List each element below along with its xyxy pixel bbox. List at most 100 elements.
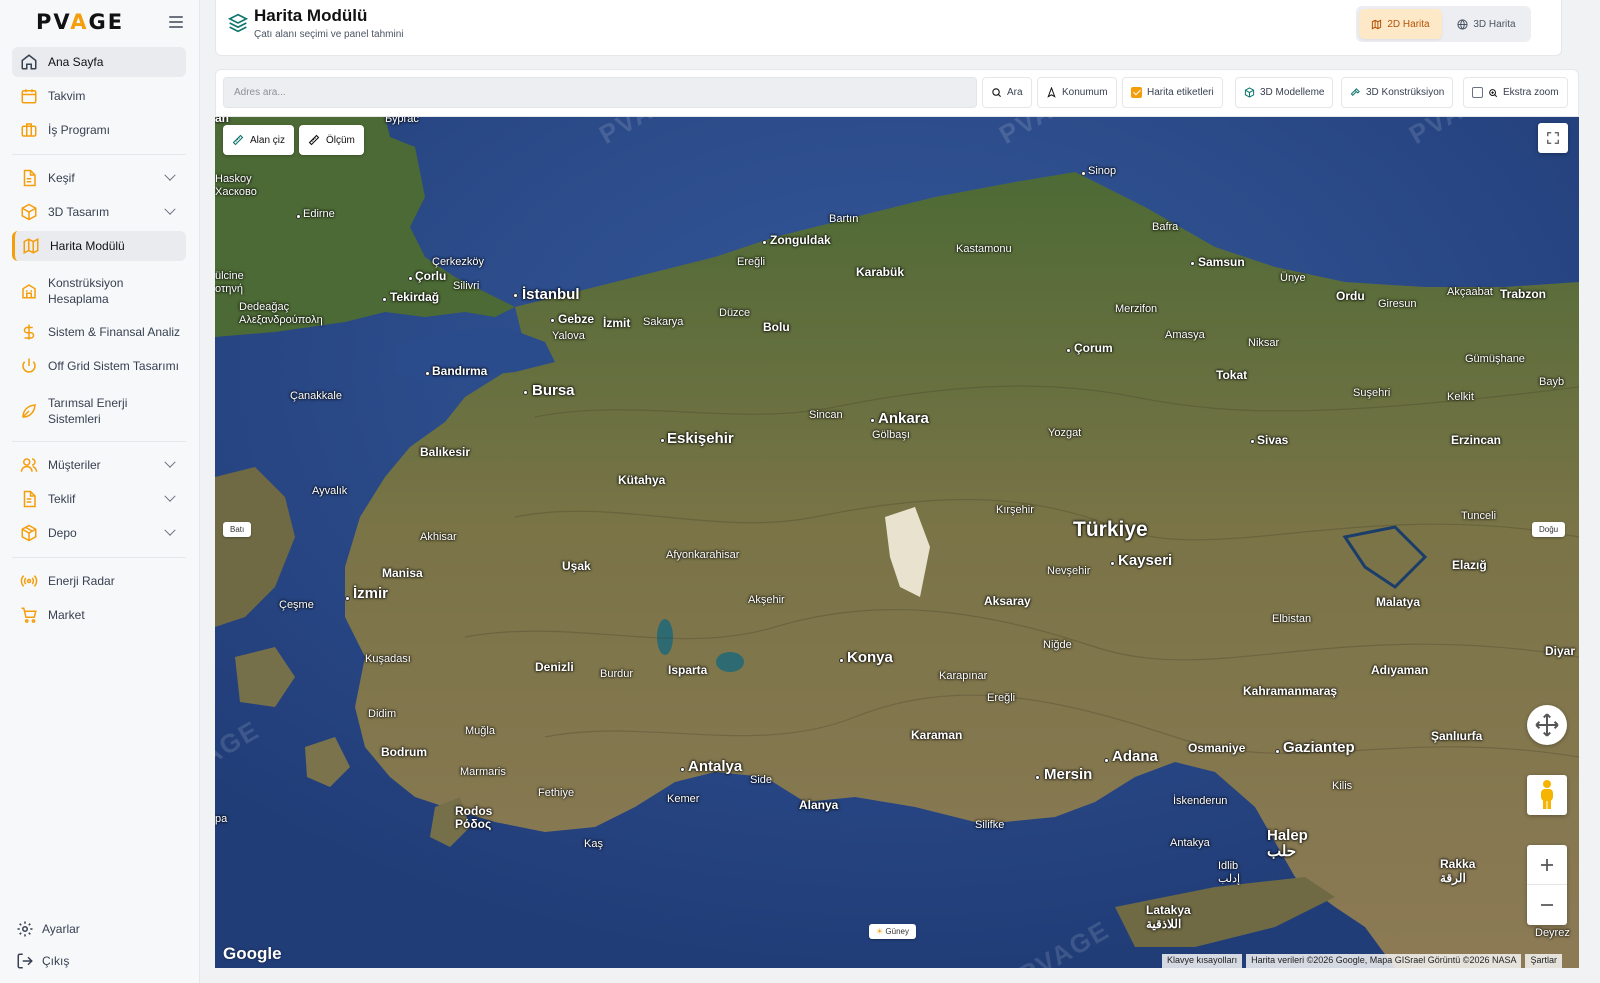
city-dot [660,438,665,443]
terms-link[interactable]: Şartlar [1525,954,1562,968]
3d-modeling-button[interactable]: 3D Modelleme [1235,77,1334,108]
chevron-down-icon[interactable] [164,169,176,181]
place-label-eregli-2: Ereğli [987,692,1016,704]
search-button-label: Ara [1007,87,1023,98]
my-location-button[interactable]: Konumum [1037,77,1117,108]
extra-zoom-toggle[interactable]: Ekstra zoom [1463,77,1568,108]
ruler-icon [308,134,320,146]
sidebar-item-home[interactable]: Ana Sayfa [12,47,186,77]
chevron-down-icon[interactable] [164,203,176,215]
sidebar-item-construction[interactable]: Konstrüksiyon Hesaplama [12,272,186,310]
place-label-isparta: Isparta [668,663,708,677]
place-label-burdur: Burdur [600,668,634,680]
measure-label: Ölçüm [326,134,355,146]
page-bottom [200,968,1600,983]
logout-link[interactable]: Çıkış [16,952,69,970]
3d-construction-button[interactable]: 3D Konstrüksiyon [1341,77,1454,108]
search-icon [992,88,1002,98]
place-label-fethiye: Fethiye [538,787,575,799]
extra-zoom-checkbox[interactable] [1472,87,1483,98]
google-logo: Google [223,944,282,963]
place-label-osmaniye: Osmaniye [1188,741,1246,755]
sidebar-item-off-grid[interactable]: Off Grid Sistem Tasarımı [12,351,186,381]
place-label-elbistan: Elbistan [1272,613,1312,625]
draw-area-button[interactable]: Alan çiz [223,125,295,155]
place-label-ayvalik: Ayvalık [312,485,348,497]
sidebar-item-agri-energy[interactable]: Tarımsal Enerji Sistemleri [12,392,186,430]
plus-icon [1541,858,1553,871]
place-label-izmit: İzmit [603,316,631,330]
place-label-bandirma: Bandırma [432,364,488,378]
brand-logo[interactable]: PVAGE [36,10,124,34]
sidebar-item-financial-analysis[interactable]: Sistem & Finansal Analiz [12,317,186,347]
zoom-out-button[interactable] [1527,885,1567,925]
sidebar-item-energy-radar[interactable]: Enerji Radar [12,566,186,596]
place-label-rakka: Rakka الرقة [1440,857,1476,885]
sidebar-divider [12,557,186,558]
fullscreen-button[interactable] [1538,123,1568,153]
layers-icon [228,13,248,33]
compass-south-label[interactable]: ☀ Güney [869,924,916,939]
place-label-kusadasi: Kuşadası [365,653,411,665]
place-label-niksar: Niksar [1248,337,1280,349]
sidebar-item-warehouse[interactable]: Depo [12,518,186,548]
place-label-edirne: Edirne [303,208,335,220]
draw-area-label: Alan çiz [250,134,286,146]
cart-icon [21,607,37,623]
view-3d-label: 3D Harita [1473,18,1516,30]
map-labels-checkbox[interactable] [1131,87,1142,98]
view-2d-button[interactable]: 2D Harita [1359,9,1442,39]
satellite-map[interactable]: PVAGE PVAGE PVAGE PVAGE PVAGE PVAGE Бург… [215,117,1579,968]
zoom-in-button[interactable] [1527,845,1567,885]
sidebar-item-market[interactable]: Market [12,600,186,630]
city-dot [680,767,685,772]
place-label-kayseri: Kayseri [1118,552,1173,569]
street-view-button[interactable] [1527,775,1567,815]
sidebar-item-offer[interactable]: Teklif [12,484,186,514]
sidebar-item-map-module[interactable]: Harita Modülü [12,231,186,261]
city-dot [1081,171,1086,176]
search-button[interactable]: Ara [982,77,1032,108]
compass-west-label[interactable]: Batı [223,522,252,537]
logout-label: Çıkış [42,954,70,968]
place-label-canakkale: Çanakkale [290,390,342,402]
place-label-giresun: Giresun [1378,298,1417,310]
view-3d-button[interactable]: 3D Harita [1445,9,1528,39]
sidebar-item-discovery[interactable]: Keşif [12,163,186,193]
place-label-silifke: Silifke [975,819,1005,831]
menu-toggle-icon[interactable] [169,16,183,28]
view-2d-label: 2D Harita [1387,18,1430,30]
gear-icon [17,921,33,937]
page-title: Harita Modülü [254,6,368,25]
chevron-down-icon[interactable] [164,524,176,536]
compass-east-label[interactable]: Doğu [1532,522,1566,537]
measure-button[interactable]: Ölçüm [299,125,364,155]
sidebar-item-customers[interactable]: Müşteriler [12,450,186,480]
camera-control-button[interactable] [1527,705,1567,745]
navigation-icon [1047,87,1056,98]
place-label-kahramanmaras: Kahramanmaraş [1243,684,1338,698]
my-location-label: Konumum [1062,87,1108,98]
city-dot [513,293,518,298]
map-labels-toggle[interactable]: Harita etiketleri [1122,77,1223,108]
place-label-gumushane: Gümüşhane [1465,353,1525,365]
sidebar-item-work-program[interactable]: İş Programı [12,115,186,145]
city-dot [870,418,875,423]
place-label-alanya: Alanya [799,798,839,812]
pegman-icon [1541,780,1553,809]
place-label-diyarbakir: Diyar [1545,644,1576,658]
place-label-bursa: Bursa [532,382,575,399]
settings-link[interactable]: Ayarlar [16,920,80,938]
chevron-down-icon[interactable] [164,456,176,468]
chevron-down-icon[interactable] [164,490,176,502]
sidebar-item-3d-design[interactable]: 3D Tasarım [12,197,186,227]
place-label-tunceli: Tunceli [1461,510,1497,522]
sidebar-item-label: Takvim [48,89,86,103]
address-search-input[interactable] [223,77,977,108]
city-dot [1035,775,1040,780]
country-label: Türkiye [1073,518,1148,541]
sidebar-item-label: Teklif [48,492,76,506]
keyboard-shortcuts-link[interactable]: Klavye kısayolları [1162,954,1243,968]
move-arrows-icon [1535,713,1559,737]
sidebar-item-calendar[interactable]: Takvim [12,81,186,111]
